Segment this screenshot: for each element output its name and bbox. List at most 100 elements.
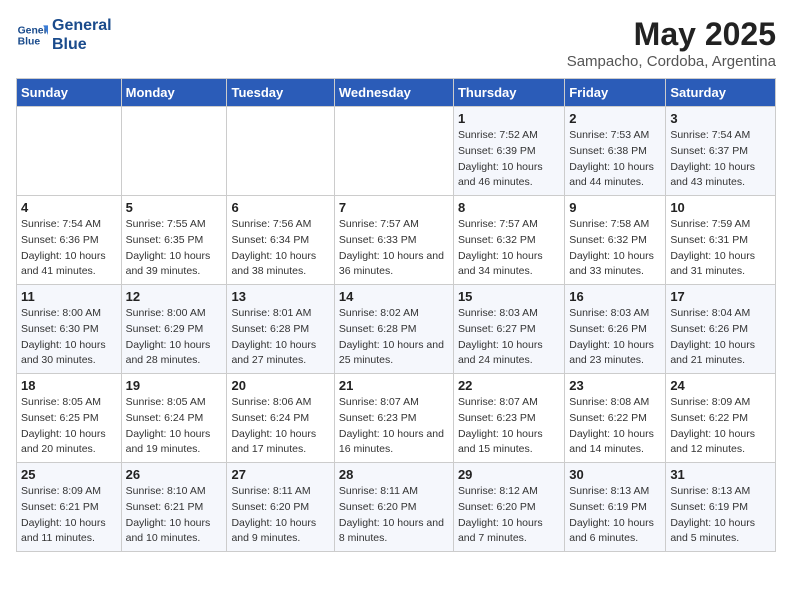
day-cell: 9 Sunrise: 7:58 AMSunset: 6:32 PMDayligh… bbox=[565, 196, 666, 285]
day-info: Sunrise: 7:59 AMSunset: 6:31 PMDaylight:… bbox=[670, 217, 771, 280]
subtitle: Sampacho, Cordoba, Argentina bbox=[567, 53, 776, 70]
day-cell: 7 Sunrise: 7:57 AMSunset: 6:33 PMDayligh… bbox=[334, 196, 453, 285]
day-info: Sunrise: 8:00 AMSunset: 6:30 PMDaylight:… bbox=[21, 306, 117, 369]
day-cell: 14 Sunrise: 8:02 AMSunset: 6:28 PMDaylig… bbox=[334, 285, 453, 374]
title-area: May 2025 Sampacho, Cordoba, Argentina bbox=[567, 16, 776, 70]
svg-text:Blue: Blue bbox=[18, 37, 41, 48]
day-number: 18 bbox=[21, 378, 117, 393]
day-cell: 19 Sunrise: 8:05 AMSunset: 6:24 PMDaylig… bbox=[121, 374, 227, 463]
day-info: Sunrise: 8:00 AMSunset: 6:29 PMDaylight:… bbox=[126, 306, 223, 369]
day-cell bbox=[227, 107, 334, 196]
day-number: 23 bbox=[569, 378, 661, 393]
day-info: Sunrise: 8:07 AMSunset: 6:23 PMDaylight:… bbox=[458, 395, 560, 458]
day-cell: 18 Sunrise: 8:05 AMSunset: 6:25 PMDaylig… bbox=[17, 374, 122, 463]
day-cell: 25 Sunrise: 8:09 AMSunset: 6:21 PMDaylig… bbox=[17, 463, 122, 552]
day-info: Sunrise: 7:55 AMSunset: 6:35 PMDaylight:… bbox=[126, 217, 223, 280]
day-info: Sunrise: 7:53 AMSunset: 6:38 PMDaylight:… bbox=[569, 128, 661, 191]
col-header-thursday: Thursday bbox=[453, 79, 564, 107]
calendar-table: SundayMondayTuesdayWednesdayThursdayFrid… bbox=[16, 78, 776, 552]
day-number: 25 bbox=[21, 467, 117, 482]
day-info: Sunrise: 8:03 AMSunset: 6:26 PMDaylight:… bbox=[569, 306, 661, 369]
day-number: 2 bbox=[569, 111, 661, 126]
day-info: Sunrise: 8:11 AMSunset: 6:20 PMDaylight:… bbox=[339, 484, 449, 547]
day-cell: 31 Sunrise: 8:13 AMSunset: 6:19 PMDaylig… bbox=[666, 463, 776, 552]
day-number: 24 bbox=[670, 378, 771, 393]
week-row-2: 4 Sunrise: 7:54 AMSunset: 6:36 PMDayligh… bbox=[17, 196, 776, 285]
day-cell: 15 Sunrise: 8:03 AMSunset: 6:27 PMDaylig… bbox=[453, 285, 564, 374]
day-cell: 21 Sunrise: 8:07 AMSunset: 6:23 PMDaylig… bbox=[334, 374, 453, 463]
day-number: 13 bbox=[231, 289, 329, 304]
day-cell bbox=[17, 107, 122, 196]
day-cell: 4 Sunrise: 7:54 AMSunset: 6:36 PMDayligh… bbox=[17, 196, 122, 285]
day-cell: 11 Sunrise: 8:00 AMSunset: 6:30 PMDaylig… bbox=[17, 285, 122, 374]
day-number: 19 bbox=[126, 378, 223, 393]
day-info: Sunrise: 8:05 AMSunset: 6:24 PMDaylight:… bbox=[126, 395, 223, 458]
day-info: Sunrise: 8:05 AMSunset: 6:25 PMDaylight:… bbox=[21, 395, 117, 458]
day-cell: 10 Sunrise: 7:59 AMSunset: 6:31 PMDaylig… bbox=[666, 196, 776, 285]
day-info: Sunrise: 7:54 AMSunset: 6:37 PMDaylight:… bbox=[670, 128, 771, 191]
day-cell: 30 Sunrise: 8:13 AMSunset: 6:19 PMDaylig… bbox=[565, 463, 666, 552]
day-info: Sunrise: 8:13 AMSunset: 6:19 PMDaylight:… bbox=[670, 484, 771, 547]
day-number: 15 bbox=[458, 289, 560, 304]
day-info: Sunrise: 7:52 AMSunset: 6:39 PMDaylight:… bbox=[458, 128, 560, 191]
day-cell: 1 Sunrise: 7:52 AMSunset: 6:39 PMDayligh… bbox=[453, 107, 564, 196]
day-number: 31 bbox=[670, 467, 771, 482]
day-number: 9 bbox=[569, 200, 661, 215]
day-number: 10 bbox=[670, 200, 771, 215]
day-info: Sunrise: 8:08 AMSunset: 6:22 PMDaylight:… bbox=[569, 395, 661, 458]
day-number: 16 bbox=[569, 289, 661, 304]
day-number: 17 bbox=[670, 289, 771, 304]
day-cell: 13 Sunrise: 8:01 AMSunset: 6:28 PMDaylig… bbox=[227, 285, 334, 374]
day-info: Sunrise: 8:10 AMSunset: 6:21 PMDaylight:… bbox=[126, 484, 223, 547]
day-number: 4 bbox=[21, 200, 117, 215]
day-number: 3 bbox=[670, 111, 771, 126]
day-number: 7 bbox=[339, 200, 449, 215]
day-info: Sunrise: 8:07 AMSunset: 6:23 PMDaylight:… bbox=[339, 395, 449, 458]
main-title: May 2025 bbox=[567, 16, 776, 53]
week-row-4: 18 Sunrise: 8:05 AMSunset: 6:25 PMDaylig… bbox=[17, 374, 776, 463]
col-header-wednesday: Wednesday bbox=[334, 79, 453, 107]
day-cell: 6 Sunrise: 7:56 AMSunset: 6:34 PMDayligh… bbox=[227, 196, 334, 285]
day-cell: 26 Sunrise: 8:10 AMSunset: 6:21 PMDaylig… bbox=[121, 463, 227, 552]
week-row-1: 1 Sunrise: 7:52 AMSunset: 6:39 PMDayligh… bbox=[17, 107, 776, 196]
day-info: Sunrise: 8:01 AMSunset: 6:28 PMDaylight:… bbox=[231, 306, 329, 369]
day-number: 27 bbox=[231, 467, 329, 482]
day-info: Sunrise: 8:13 AMSunset: 6:19 PMDaylight:… bbox=[569, 484, 661, 547]
day-cell: 3 Sunrise: 7:54 AMSunset: 6:37 PMDayligh… bbox=[666, 107, 776, 196]
day-info: Sunrise: 7:54 AMSunset: 6:36 PMDaylight:… bbox=[21, 217, 117, 280]
day-cell: 8 Sunrise: 7:57 AMSunset: 6:32 PMDayligh… bbox=[453, 196, 564, 285]
day-info: Sunrise: 8:06 AMSunset: 6:24 PMDaylight:… bbox=[231, 395, 329, 458]
header: General Blue GeneralBlue May 2025 Sampac… bbox=[16, 16, 776, 70]
day-number: 12 bbox=[126, 289, 223, 304]
day-number: 22 bbox=[458, 378, 560, 393]
day-cell: 24 Sunrise: 8:09 AMSunset: 6:22 PMDaylig… bbox=[666, 374, 776, 463]
day-cell: 12 Sunrise: 8:00 AMSunset: 6:29 PMDaylig… bbox=[121, 285, 227, 374]
day-cell bbox=[334, 107, 453, 196]
day-info: Sunrise: 8:04 AMSunset: 6:26 PMDaylight:… bbox=[670, 306, 771, 369]
day-cell: 29 Sunrise: 8:12 AMSunset: 6:20 PMDaylig… bbox=[453, 463, 564, 552]
day-info: Sunrise: 8:12 AMSunset: 6:20 PMDaylight:… bbox=[458, 484, 560, 547]
day-cell: 22 Sunrise: 8:07 AMSunset: 6:23 PMDaylig… bbox=[453, 374, 564, 463]
day-number: 11 bbox=[21, 289, 117, 304]
header-row: SundayMondayTuesdayWednesdayThursdayFrid… bbox=[17, 79, 776, 107]
col-header-tuesday: Tuesday bbox=[227, 79, 334, 107]
day-info: Sunrise: 8:02 AMSunset: 6:28 PMDaylight:… bbox=[339, 306, 449, 369]
day-number: 8 bbox=[458, 200, 560, 215]
day-info: Sunrise: 8:03 AMSunset: 6:27 PMDaylight:… bbox=[458, 306, 560, 369]
logo-text: GeneralBlue bbox=[52, 16, 112, 54]
day-info: Sunrise: 8:09 AMSunset: 6:22 PMDaylight:… bbox=[670, 395, 771, 458]
week-row-3: 11 Sunrise: 8:00 AMSunset: 6:30 PMDaylig… bbox=[17, 285, 776, 374]
day-info: Sunrise: 7:57 AMSunset: 6:33 PMDaylight:… bbox=[339, 217, 449, 280]
day-number: 29 bbox=[458, 467, 560, 482]
week-row-5: 25 Sunrise: 8:09 AMSunset: 6:21 PMDaylig… bbox=[17, 463, 776, 552]
day-cell: 16 Sunrise: 8:03 AMSunset: 6:26 PMDaylig… bbox=[565, 285, 666, 374]
day-cell: 20 Sunrise: 8:06 AMSunset: 6:24 PMDaylig… bbox=[227, 374, 334, 463]
day-info: Sunrise: 7:57 AMSunset: 6:32 PMDaylight:… bbox=[458, 217, 560, 280]
day-cell: 27 Sunrise: 8:11 AMSunset: 6:20 PMDaylig… bbox=[227, 463, 334, 552]
day-cell: 28 Sunrise: 8:11 AMSunset: 6:20 PMDaylig… bbox=[334, 463, 453, 552]
day-number: 6 bbox=[231, 200, 329, 215]
day-info: Sunrise: 7:56 AMSunset: 6:34 PMDaylight:… bbox=[231, 217, 329, 280]
day-number: 21 bbox=[339, 378, 449, 393]
col-header-friday: Friday bbox=[565, 79, 666, 107]
day-number: 26 bbox=[126, 467, 223, 482]
